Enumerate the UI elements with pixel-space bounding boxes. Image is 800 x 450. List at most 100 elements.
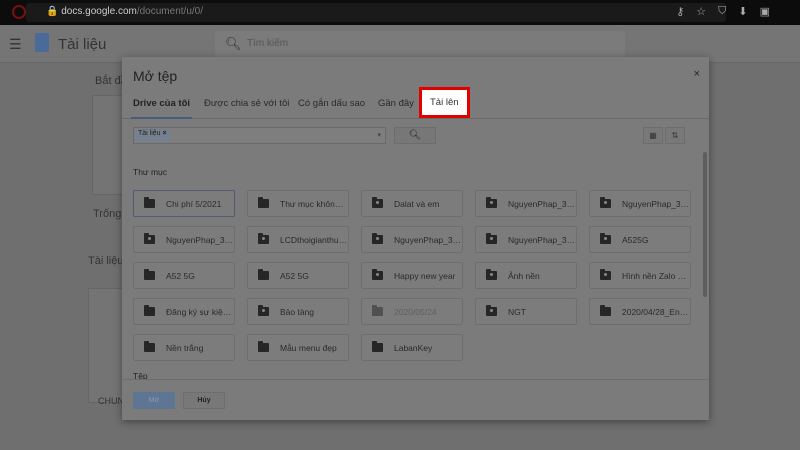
blank-label: Trống [93,208,122,220]
folder-item[interactable]: NguyenPhap_31... [475,226,577,253]
folder-name: Happy new year [394,270,456,281]
folder-name: Chi phí 5/2021 [166,198,222,209]
folder-item[interactable]: A525G [589,226,691,253]
dialog-tabs: Drive của tôi Được chia sẻ với tôi Có gắ… [122,87,709,119]
menu-icon[interactable]: ☰ [9,36,22,53]
folder-item[interactable]: 2020/04/28_Env... [589,298,691,325]
tab-recent[interactable]: Gần đây [378,98,414,109]
folder-item[interactable]: Happy new year [361,262,463,289]
recent-doc-title: CHUN [98,396,124,406]
folder-name: NguyenPhap_31... [508,234,576,245]
search-placeholder: Tìm kiếm [247,38,289,49]
url[interactable]: 🔒 docs.google.com/document/u/0/ [46,6,203,17]
folder-name: Nền trắng [166,342,204,353]
docs-logo-icon[interactable] [35,33,49,52]
shared-folder-icon [372,233,383,244]
shared-folder-icon [486,197,497,208]
sort-button[interactable]: ⇅ [665,127,685,144]
dialog-footer: Mở Hủy [122,379,709,420]
folder-name: LabanKey [394,342,433,353]
browser-toolbar: 🔒 docs.google.com/document/u/0/ ⚷ ☆ ⛉ ⬇ … [0,0,800,25]
folder-name: Mẫu menu đẹp [280,342,337,353]
folder-grid: Chi phí 5/2021 Thư mục không ... Dalat và … [133,190,691,361]
star-icon[interactable]: ☆ [696,5,706,18]
folder-icon [144,197,155,208]
shared-folder-icon [486,233,497,244]
open-button[interactable]: Mở [133,392,175,409]
folder-item[interactable]: Nền trắng [133,334,235,361]
search-icon: 🔍︎ [408,130,422,141]
folder-name: NguyenPhap_31... [166,234,234,245]
shield-icon[interactable]: ⛉ [718,5,726,18]
folder-icon [372,341,383,352]
folder-item[interactable]: Dalat và em [361,190,463,217]
scrollbar[interactable] [703,152,707,297]
shortcut-folder-icon [144,341,155,352]
folder-name: Thư mục không ... [280,198,348,209]
download-icon[interactable]: ⬇ [738,5,747,18]
dropdown-caret-icon[interactable]: ▾ [377,131,381,139]
folder-name: Đăng ký sự kiện ... [166,306,234,317]
tab-starred[interactable]: Có gắn dấu sao [298,98,365,109]
folder-name: NguyenPhap_31... [394,234,462,245]
shared-folder-icon [486,269,497,280]
folder-name: Hình nền Zalo N... [622,270,690,281]
folder-name: 2020/05/24 [394,306,437,317]
folder-item[interactable]: Ảnh nền [475,262,577,289]
folder-item[interactable]: NGT [475,298,577,325]
list-view-button[interactable]: ▦ [643,127,663,144]
folder-name: NguyenPhap_31... [622,198,690,209]
folders-heading: Thư mục [133,167,168,177]
folder-item[interactable]: Chi phí 5/2021 [133,190,235,217]
tab-my-drive[interactable]: Drive của tôi [130,98,193,119]
folder-name: A525G [622,234,649,245]
folder-item[interactable]: Đăng ký sự kiện ... [133,298,235,325]
folder-item[interactable]: NguyenPhap_31... [589,190,691,217]
shortcut-folder-icon [258,341,269,352]
folder-icon [144,305,155,316]
cancel-button[interactable]: Hủy [183,392,225,409]
chip-remove-icon[interactable]: × [163,130,167,137]
shared-folder-icon [600,233,611,244]
shared-folder-icon [372,197,383,208]
folder-item[interactable]: NguyenPhap_31... [133,226,235,253]
folder-name: Bảo tàng [280,306,315,317]
folder-item[interactable]: NguyenPhap_31... [475,190,577,217]
opera-logo-icon[interactable] [12,5,26,19]
folder-item[interactable]: LCDthoigianthuc... [247,226,349,253]
app-title[interactable]: Tài liệu [58,36,106,53]
filter-chip[interactable]: Tài liệu × [135,129,170,142]
shared-folder-icon [144,233,155,244]
folder-name: Ảnh nền [508,270,540,281]
folder-item[interactable]: Bảo tàng [247,298,349,325]
folder-icon [144,269,155,280]
folder-item[interactable]: Thư mục không ... [247,190,349,217]
tab-upload[interactable]: Tải lên [419,87,470,118]
shortcut-folder-icon [600,305,611,316]
folder-item[interactable]: NguyenPhap_31... [361,226,463,253]
folder-item[interactable]: LabanKey [361,334,463,361]
folder-name: NGT [508,306,526,317]
folder-name: Dalat và em [394,198,440,209]
shared-folder-icon [600,197,611,208]
folder-item[interactable]: A52 5G [247,262,349,289]
folder-name: LCDthoigianthuc... [280,234,348,245]
filter-input[interactable]: Tài liệu × ▾ [133,127,386,144]
snapshot-icon[interactable]: ▣ [760,5,770,18]
folder-name: A52 5G [166,270,195,281]
folder-item[interactable]: 2020/05/24 [361,298,463,325]
tab-shared-with-me[interactable]: Được chia sẻ với tôi [204,98,289,109]
search-box[interactable]: 🔍︎ Tìm kiếm [215,31,625,57]
folder-item[interactable]: Hình nền Zalo N... [589,262,691,289]
lock-icon: 🔒 [46,6,59,17]
shortcut-folder-icon [372,305,383,316]
folder-icon [258,197,269,208]
key-icon[interactable]: ⚷ [676,5,684,18]
address-bar[interactable]: 🔒 docs.google.com/document/u/0/ [26,3,726,22]
close-icon[interactable]: × [694,68,700,80]
folder-item[interactable]: Mẫu menu đẹp [247,334,349,361]
dialog-title: Mở tệp [133,68,178,84]
search-button[interactable]: 🔍︎ [394,127,436,144]
folder-name: 2020/04/28_Env... [622,306,690,317]
folder-item[interactable]: A52 5G [133,262,235,289]
